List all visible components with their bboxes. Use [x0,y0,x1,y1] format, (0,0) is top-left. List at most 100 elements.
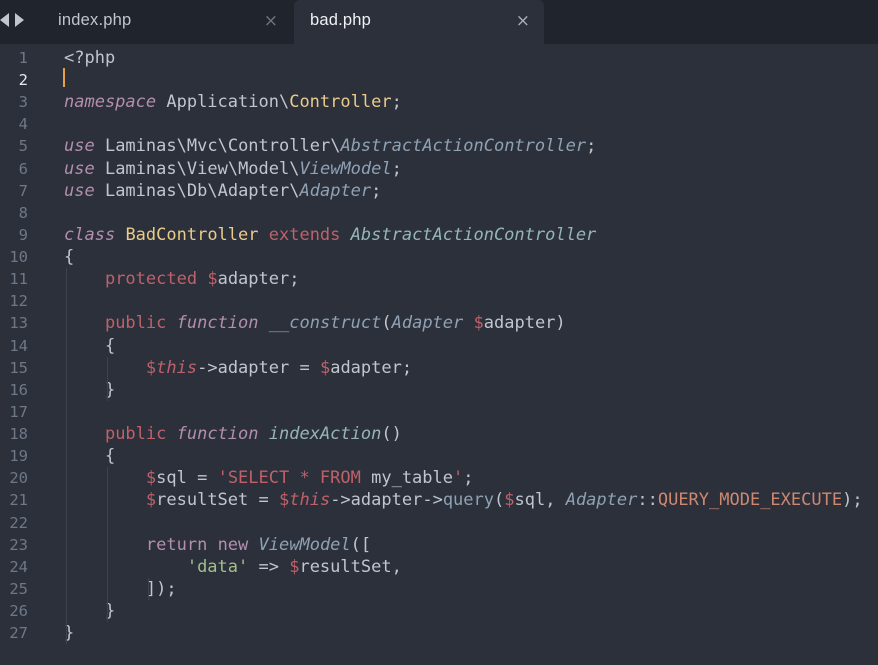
tab-scroll-left-icon[interactable] [0,13,9,27]
line-number: 27 [9,624,28,643]
line-number: 7 [18,181,28,200]
code-line: public function __construct(Adapter $ada… [64,312,566,334]
code-token: \ [207,180,218,201]
code-token: ViewModel [299,158,392,179]
close-icon[interactable]: × [516,12,530,30]
code-token: $ [207,269,218,290]
code-token: ; [371,180,382,201]
indent-guide [106,467,108,623]
code-token: Mvc [186,136,218,157]
code-token: extends [268,224,341,245]
code-token: { [64,247,75,268]
code-token: public [104,424,167,445]
close-icon[interactable]: × [264,12,278,30]
code-token: Laminas [94,180,177,201]
code-token: $ [504,490,515,511]
tab-bad-php[interactable]: bad.php × [294,0,544,44]
line-number: 18 [9,425,28,444]
code-line: { [64,445,115,467]
code-token: query [442,490,494,511]
code-token: \ [289,180,300,201]
line-number: 25 [9,579,28,598]
code-line: ]); [64,578,177,600]
code-token: ' [453,468,464,489]
code-token: \ [330,136,341,157]
code-line: { [64,246,74,268]
code-line: 'data' => $resultSet, [64,556,402,578]
code-token: public [104,313,167,334]
code-token: resultSet [156,490,249,511]
code-line: use Laminas\Mvc\Controller\AbstractActio… [64,135,596,157]
code-token: \ [289,158,300,179]
code-token: ; [391,92,402,113]
code-token: ViewModel [258,534,351,555]
code-token: -> [422,490,443,511]
code-token: Controller [227,136,331,157]
code-token: -> [197,357,218,378]
code-token: $ [145,490,157,511]
code-token: \ [217,136,228,157]
line-number-gutter: 1 2 3 4 5 6 7 8 9 10 11 12 13 14 15 16 17 18 19 20 21 22 23 24 2… [0,44,40,665]
code-line: { [64,335,115,357]
code-area[interactable]: <?php namespace Application\Controller; us… [64,44,874,665]
code-token: $ [473,313,484,334]
code-token: function [176,424,259,445]
code-token: ]); [64,578,177,599]
code-token: { [64,335,116,356]
code-line: $sql = 'SELECT * FROM my_table'; [64,467,474,489]
code-token: => [248,556,290,577]
code-token: Db [186,180,208,201]
tab-scroll-right-icon[interactable] [15,13,24,27]
code-line: <?php [64,47,115,69]
code-token: ( [494,490,505,511]
tab-bar: index.php × bad.php × [0,0,878,44]
indent-guide [66,268,67,645]
indent-guide [147,577,149,600]
line-number: 5 [18,137,28,156]
code-token: \ [176,180,187,201]
code-token: Adapter [299,180,372,201]
line-number: 6 [18,159,28,178]
tab-navigation [0,0,32,44]
code-line: class BadController extends AbstractActi… [64,224,596,246]
code-token: adapter [217,357,290,378]
code-token: () [381,424,402,445]
code-token: adapter [350,490,423,511]
code-token: \ [176,158,187,179]
code-token: ([ [350,534,372,555]
code-token: ; [463,468,474,489]
code-token: Application [156,92,279,113]
code-token: adapter [330,357,402,378]
code-editor[interactable]: 1 2 3 4 5 6 7 8 9 10 11 12 13 14 15 16 17 18 19 20 21 22 23 24 2… [0,44,878,665]
line-number: 2 [18,71,28,90]
code-token: indexAction [268,424,382,445]
line-number: 15 [9,358,28,377]
code-token: = [289,357,320,378]
code-line: protected $adapter; [64,268,300,290]
code-token: = [248,490,279,511]
code-token: AbstractActionController [340,136,587,157]
code-token: Adapter [565,490,638,511]
code-line: return new ViewModel([ [64,534,371,556]
code-token: ; [391,158,402,179]
code-token: sql [514,490,546,511]
text-cursor [63,68,65,87]
code-token: $ [145,357,157,378]
code-token: function [176,313,259,334]
tab-index-php[interactable]: index.php × [42,0,292,44]
code-token: this [289,490,331,511]
line-number: 17 [9,402,28,421]
code-token: __construct [268,313,382,334]
